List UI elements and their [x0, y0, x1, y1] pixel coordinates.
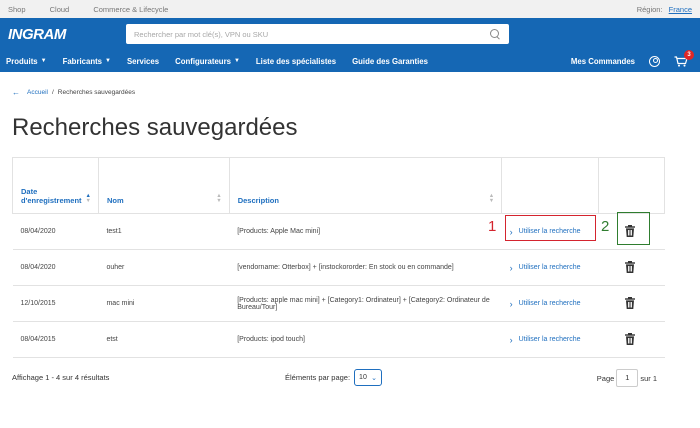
table-header-row: Date d'enregistrement ▲ ▼ Nom ▲ ▼ Descript… [12, 157, 665, 214]
cell-date: 08/04/2020 [12, 249, 99, 286]
cell-name: etst [98, 321, 230, 358]
top-links: Shop Cloud Commerce & Lifecycle [8, 5, 190, 14]
nav-right: Mes Commandes 3 [571, 49, 694, 67]
trash-icon[interactable] [623, 260, 637, 274]
nav-item-services[interactable]: Services [127, 57, 159, 66]
cell-description: [Products: ipod touch] [229, 321, 502, 358]
sort-icon[interactable]: ▲ ▼ [489, 193, 494, 204]
highlight-box-2 [617, 212, 650, 245]
column-header-label: Description [237, 196, 279, 205]
cell-name: ouher [98, 249, 230, 286]
region-link[interactable]: France [669, 5, 692, 14]
nav-item-specialistes[interactable]: Liste des spécialistes [256, 57, 336, 66]
cell-name: test1 [98, 213, 230, 250]
cell-date: 08/04/2020 [12, 213, 99, 250]
search-placeholder: Rechercher par mot clé(s), VPN ou SKU [134, 29, 269, 39]
column-header-action [501, 157, 600, 214]
page-title: Recherches sauvegardées [12, 114, 298, 141]
nav-item-fabricants[interactable]: Fabricants ▼ [63, 57, 111, 66]
nav-label: Guide des Garanties [352, 56, 428, 66]
chevron-right-icon: › [509, 334, 513, 345]
column-header-label: Date d'enregistrement [21, 187, 82, 205]
per-page-label: Éléments par page: [285, 373, 351, 382]
page-total: sur 1 [640, 373, 657, 383]
page-number-input[interactable]: 1 [616, 369, 639, 387]
nav-item-produits[interactable]: Produits ▼ [6, 57, 47, 66]
user-icon[interactable] [649, 55, 660, 67]
chevron-down-icon: ▼ [233, 58, 240, 64]
breadcrumb: ← Accueil / Recherches sauvegardées [12, 88, 135, 97]
cart-count-badge: 3 [684, 49, 694, 60]
table-row: 12/10/2015 mac mini [Products: apple mac… [12, 285, 665, 322]
header: INGRAM Rechercher par mot clé(s), VPN ou… [0, 18, 700, 50]
table-row: 08/04/2015 etst [Products: ipod touch] ›… [12, 321, 665, 358]
chevron-down-icon: ⌄ [371, 374, 378, 382]
trash-icon[interactable] [623, 332, 637, 346]
search-input[interactable]: Rechercher par mot clé(s), VPN ou SKU [126, 24, 509, 44]
sort-icon[interactable]: ▲ ▼ [86, 193, 91, 204]
page-label: Page [596, 373, 615, 383]
use-search-label: Utiliser la recherche [518, 336, 581, 343]
cell-name: mac mini [98, 285, 230, 322]
use-search-label: Utiliser la recherche [518, 300, 581, 307]
nav-label: Configurateurs [175, 56, 231, 66]
main-nav: Produits ▼ Fabricants ▼ Services Configura… [0, 49, 700, 72]
top-link-cloud[interactable]: Cloud [50, 5, 70, 14]
results-count: Affichage 1 - 4 sur 4 résultats [12, 373, 110, 382]
nav-label: Produits [6, 56, 38, 66]
breadcrumb-separator: / [51, 89, 54, 96]
nav-label: Services [126, 56, 160, 66]
saved-searches-table: Date d'enregistrement ▲ ▼ Nom ▲ ▼ Descript… [12, 157, 665, 358]
pagination: Page 1 sur 1 [597, 369, 657, 387]
search-icon[interactable] [490, 28, 501, 40]
my-orders-link[interactable]: Mes Commandes [571, 57, 635, 66]
chevron-right-icon: › [509, 262, 513, 273]
back-arrow-icon[interactable]: ← [12, 88, 20, 97]
use-search-button[interactable]: › Utiliser la recherche [510, 299, 591, 309]
region-selector: Région: France [637, 5, 692, 14]
top-link-shop[interactable]: Shop [8, 5, 26, 14]
column-header-date[interactable]: Date d'enregistrement ▲ ▼ [12, 157, 99, 214]
cell-date: 08/04/2015 [12, 321, 99, 358]
nav-label: Liste des spécialistes [255, 56, 337, 66]
cart-button[interactable]: 3 [674, 49, 694, 67]
cell-description: [Products: apple mac mini] + [Category1:… [229, 285, 502, 322]
per-page-value: 10 [359, 374, 367, 381]
ingram-logo[interactable]: INGRAM [8, 26, 120, 43]
cell-description: [Products: Apple Mac mini] [229, 213, 502, 250]
sort-icon[interactable]: ▲ ▼ [216, 193, 221, 204]
highlight-box-1 [505, 215, 596, 241]
nav-label: Fabricants [62, 56, 103, 66]
column-header-label: Nom [106, 196, 124, 205]
column-header-description[interactable]: Description ▲ ▼ [228, 157, 503, 214]
per-page-select[interactable]: 10 ⌄ [354, 369, 383, 386]
annotation-label-2: 2 [601, 218, 610, 235]
region-label: Région: [636, 4, 663, 14]
use-search-label: Utiliser la recherche [518, 264, 581, 271]
trash-icon[interactable] [623, 296, 637, 310]
cell-date: 12/10/2015 [12, 285, 99, 322]
top-link-commerce[interactable]: Commerce & Lifecycle [93, 5, 168, 14]
table-row: 08/04/2020 ouher [vendorname: Otterbox] … [12, 249, 665, 286]
use-search-button[interactable]: › Utiliser la recherche [510, 335, 591, 345]
chevron-right-icon: › [509, 298, 513, 309]
per-page-control: Éléments par page: 10 ⌄ [285, 369, 383, 386]
use-search-button[interactable]: › Utiliser la recherche [510, 263, 591, 273]
nav-item-configurateurs[interactable]: Configurateurs ▼ [175, 57, 240, 66]
top-bar: Shop Cloud Commerce & Lifecycle Région: … [0, 0, 700, 18]
breadcrumb-home[interactable]: Accueil [27, 89, 48, 96]
table-footer: Affichage 1 - 4 sur 4 résultats Éléments… [12, 369, 665, 387]
cell-description: [vendorname: Otterbox] + [instockororder… [229, 249, 502, 286]
nav-item-garanties[interactable]: Guide des Garanties [352, 57, 428, 66]
annotation-label-1: 1 [488, 218, 497, 235]
column-header-delete [598, 157, 665, 214]
column-header-name[interactable]: Nom ▲ ▼ [97, 157, 230, 214]
chevron-down-icon: ▼ [105, 58, 111, 64]
chevron-down-icon: ▼ [40, 58, 47, 64]
breadcrumb-current: Recherches sauvegardées [57, 89, 136, 96]
